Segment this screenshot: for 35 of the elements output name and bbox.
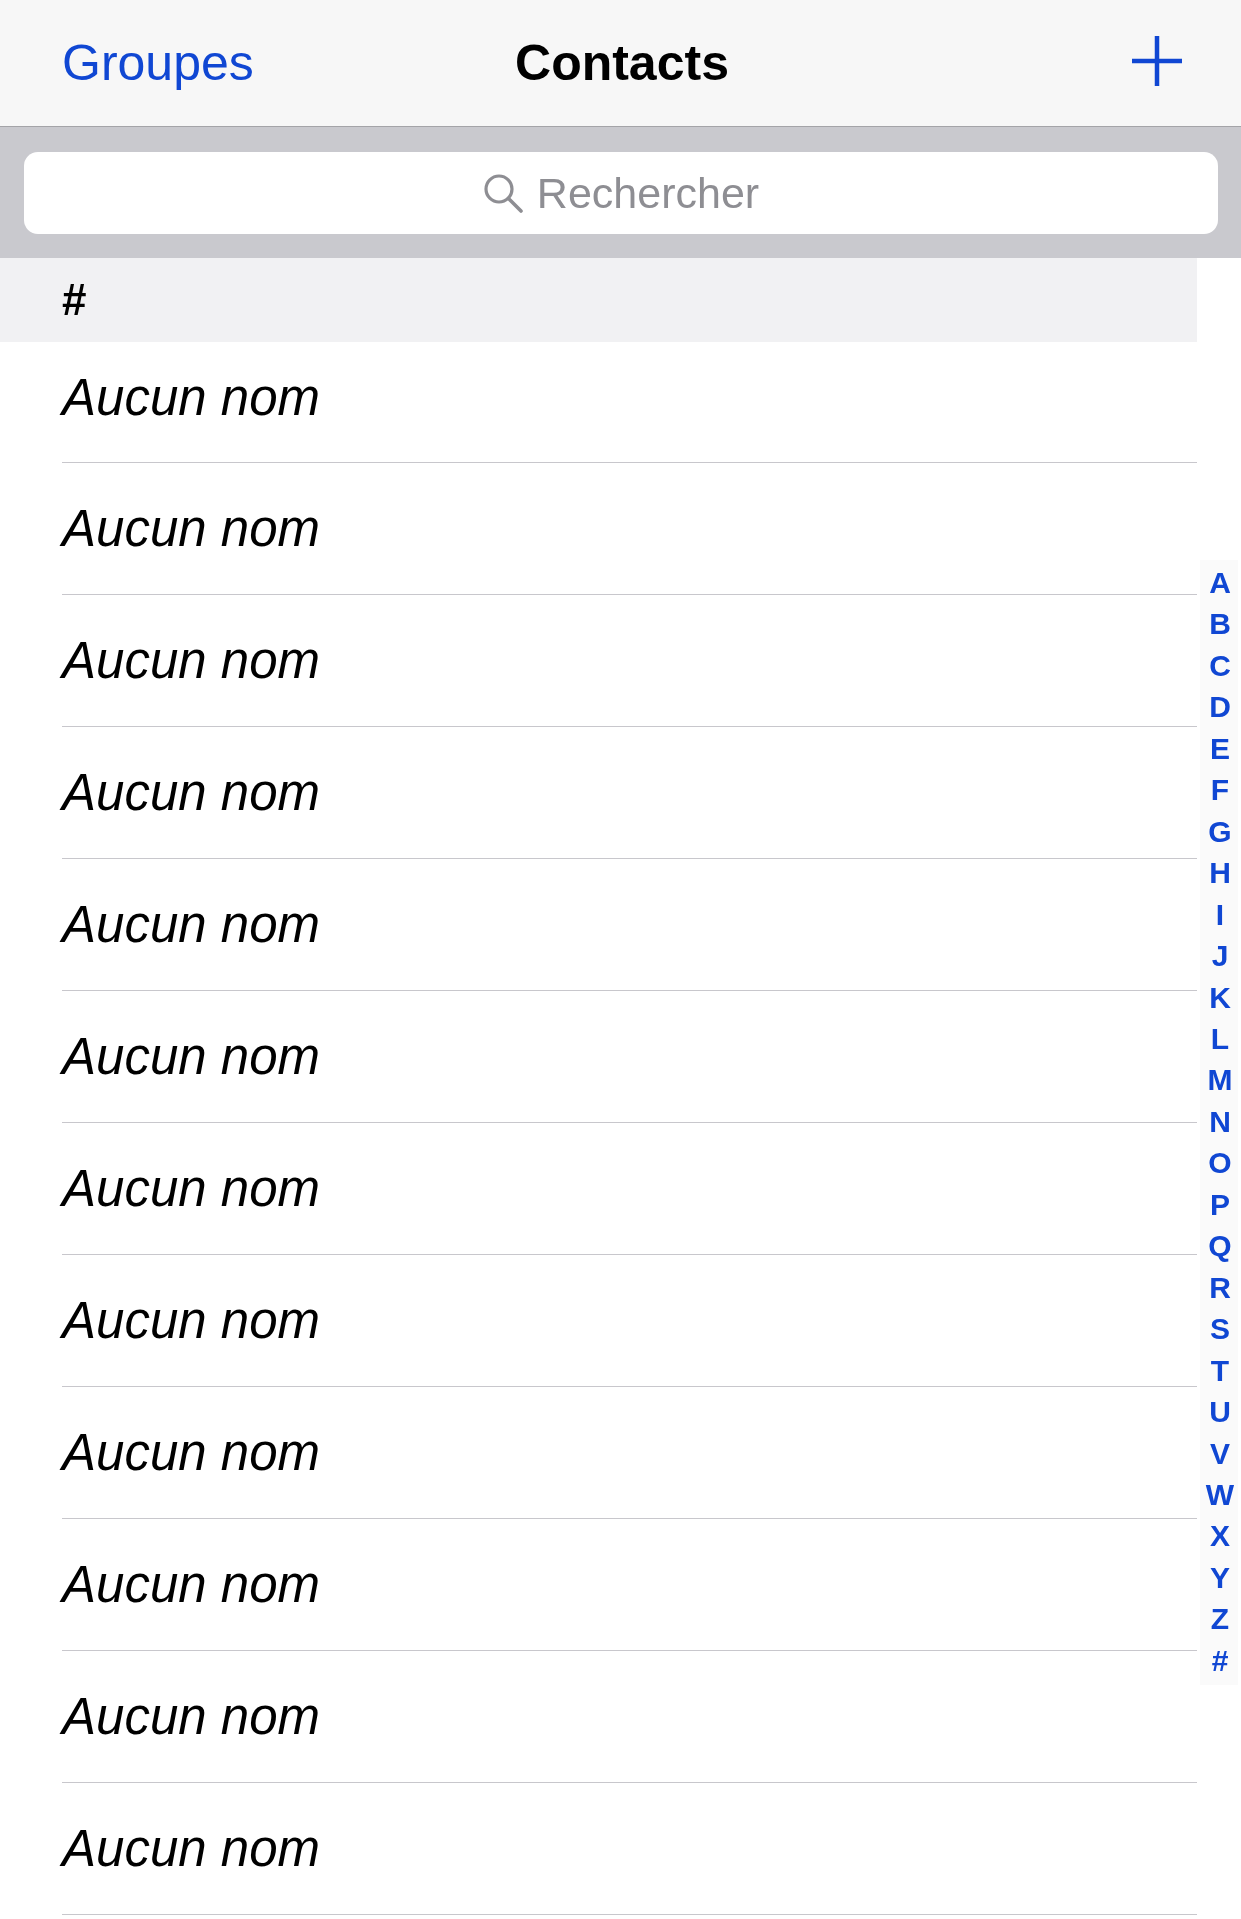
index-letter[interactable]: T xyxy=(1210,1349,1230,1392)
plus-icon xyxy=(1132,36,1182,86)
index-letter[interactable]: P xyxy=(1210,1183,1230,1226)
index-letter[interactable]: M xyxy=(1207,1059,1233,1101)
index-letter[interactable]: Y xyxy=(1210,1556,1230,1599)
index-letter[interactable]: R xyxy=(1209,1266,1231,1309)
index-letter[interactable]: C xyxy=(1209,644,1231,687)
search-field[interactable]: Rechercher xyxy=(24,152,1218,234)
index-letter[interactable]: O xyxy=(1208,1142,1232,1184)
index-letter[interactable]: J xyxy=(1211,935,1229,977)
index-letter[interactable]: Z xyxy=(1210,1598,1230,1640)
section-index[interactable]: A B C D E F G H I J K L M N O P Q R S T U V W X Y Z # xyxy=(1200,560,1238,1686)
index-letter[interactable]: # xyxy=(1211,1639,1229,1682)
screen-title: Contacts xyxy=(515,34,729,93)
index-letter[interactable]: V xyxy=(1210,1432,1230,1474)
index-letter[interactable]: H xyxy=(1209,852,1231,894)
groups-button[interactable]: Groupes xyxy=(62,33,254,93)
index-letter[interactable]: E xyxy=(1210,727,1230,770)
search-icon xyxy=(483,173,523,213)
index-letter[interactable]: X xyxy=(1210,1515,1230,1557)
index-letter[interactable]: L xyxy=(1210,1018,1230,1060)
index-letter[interactable]: F xyxy=(1210,769,1230,811)
index-letter[interactable]: A xyxy=(1209,562,1231,604)
section-title: # xyxy=(62,275,87,325)
index-letter[interactable]: I xyxy=(1215,893,1225,936)
index-letter[interactable]: G xyxy=(1208,810,1232,853)
index-letter[interactable]: B xyxy=(1209,603,1231,645)
index-letter[interactable]: K xyxy=(1209,976,1231,1018)
index-letter[interactable]: N xyxy=(1209,1100,1231,1143)
index-letter[interactable]: U xyxy=(1209,1391,1231,1433)
index-letter[interactable]: D xyxy=(1209,686,1231,728)
index-letter[interactable]: Q xyxy=(1208,1225,1232,1267)
index-letter[interactable]: S xyxy=(1210,1308,1230,1350)
index-letter[interactable]: W xyxy=(1205,1473,1235,1516)
add-contact-button[interactable] xyxy=(1132,36,1182,86)
